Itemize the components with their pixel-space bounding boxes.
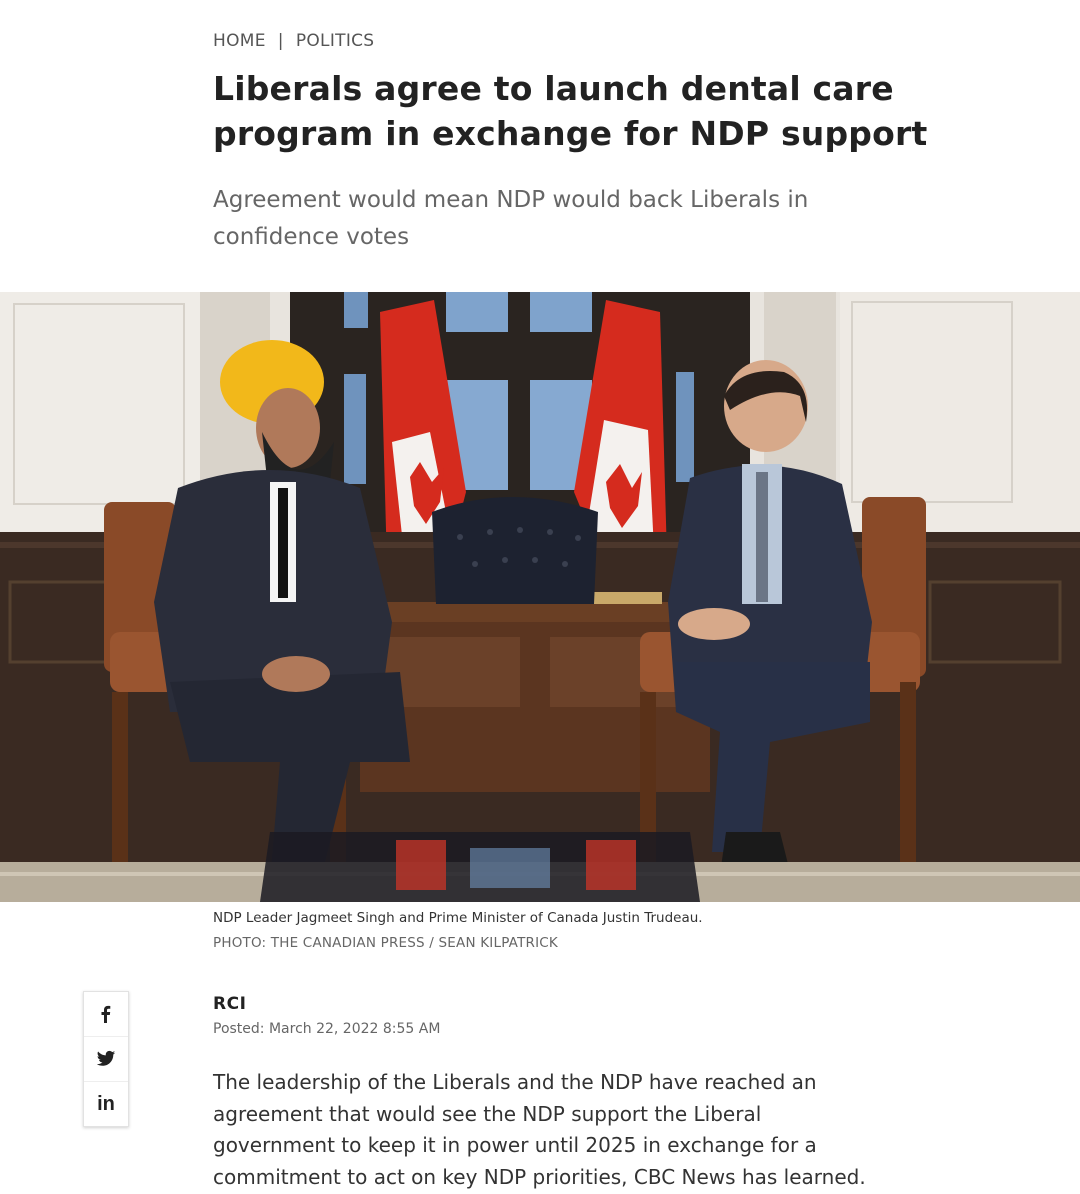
share-twitter-button[interactable] [84,1037,128,1082]
article-photo [0,292,1080,902]
article-headline: Liberals agree to launch dental care pro… [213,69,928,153]
article-body-paragraph: The leadership of the Liberals and the N… [213,1070,866,1189]
photo-caption: NDP Leader Jagmeet Singh and Prime Minis… [213,910,703,926]
share-linkedin-button[interactable]: in [84,1082,128,1126]
photo-credit: PHOTO: THE CANADIAN PRESS / SEAN KILPATR… [213,935,558,951]
article-subheadline: Agreement would mean NDP would back Libe… [213,187,809,250]
breadcrumb-politics-link[interactable]: POLITICS [296,31,375,51]
share-toolbar: in [83,991,129,1127]
breadcrumb-home-link[interactable]: HOME [213,31,266,51]
breadcrumb-separator: | [277,31,284,51]
article-posted-date: Posted: March 22, 2022 8:55 AM [213,1021,441,1037]
facebook-icon [101,1005,111,1023]
article-author[interactable]: RCI [213,994,246,1014]
linkedin-icon: in [97,1092,115,1115]
share-facebook-button[interactable] [84,992,128,1037]
twitter-icon [96,1050,116,1066]
breadcrumb: HOME | POLITICS [213,31,374,51]
